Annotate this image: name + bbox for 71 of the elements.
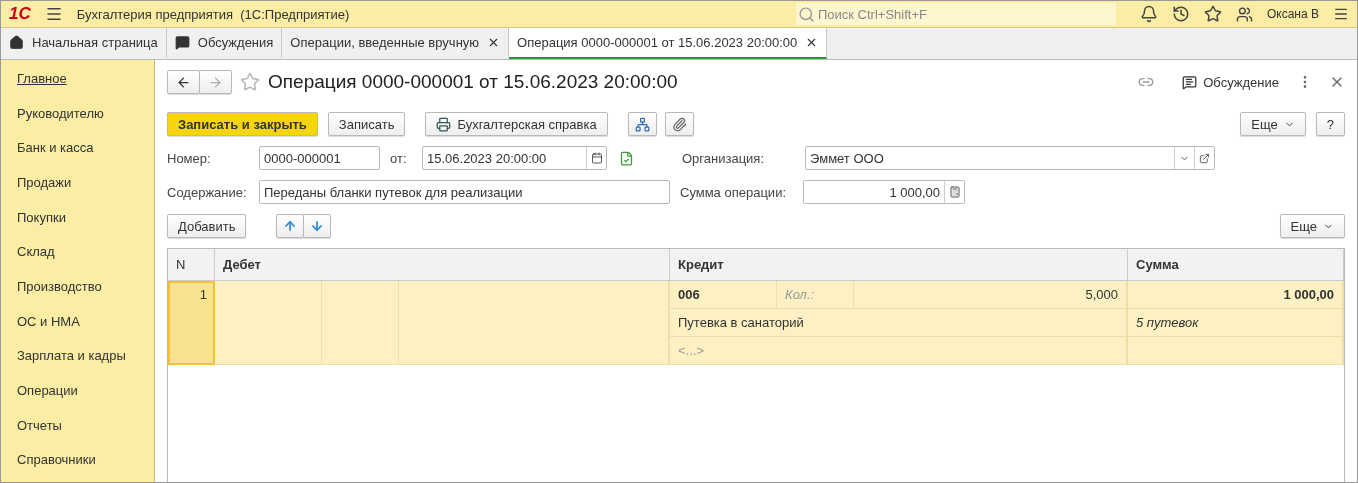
sidebar-item[interactable]: Отчеты xyxy=(1,412,154,448)
menu-icon[interactable] xyxy=(1333,6,1349,22)
bell-icon[interactable] xyxy=(1139,5,1158,23)
sidebar-item[interactable]: Продажи xyxy=(1,170,154,205)
sidebar-item[interactable]: Банк и касса xyxy=(1,135,154,170)
sidebar-item[interactable]: Руководителю xyxy=(1,100,154,136)
chat-icon xyxy=(174,35,190,50)
search-icon xyxy=(797,5,815,23)
back-button[interactable] xyxy=(167,70,200,94)
number-field[interactable]: 0000-000001 xyxy=(259,146,380,170)
field-label: Содержание: xyxy=(167,184,248,200)
table-cell: 5,000 xyxy=(854,281,1127,309)
user-name[interactable]: Оксана В xyxy=(1266,7,1319,21)
column-header[interactable]: Кредит xyxy=(670,249,1128,281)
sidebar-item[interactable]: Зарплата и кадры xyxy=(1,343,154,379)
field-label: от: xyxy=(390,150,408,166)
app-title: Бухгалтерия предприятия (1С:Предприятие) xyxy=(76,6,351,22)
home-icon xyxy=(9,35,24,50)
table-cell: <...> xyxy=(670,337,1127,365)
tab[interactable]: Операция 0000-000001 от 15.06.2023 20:00:00 xyxy=(509,28,828,59)
structure-button[interactable] xyxy=(627,112,657,136)
logo[interactable]: 1С xyxy=(9,4,31,24)
sidebar-item[interactable]: Операции xyxy=(1,378,154,413)
date-field[interactable]: 15.06.2023 20:00:00 xyxy=(422,146,607,170)
star-icon[interactable] xyxy=(1203,5,1222,23)
table-cell: 1 000,00 xyxy=(1128,281,1343,309)
structure-icon xyxy=(634,116,650,132)
discussion-button[interactable]: Обсуждение xyxy=(1172,70,1289,94)
help-button[interactable]: ? xyxy=(1315,112,1345,136)
speech-bubble-icon xyxy=(1182,74,1198,90)
sidebar-item[interactable]: ОС и НМА xyxy=(1,308,154,344)
document-title: Операция 0000-000001 от 15.06.2023 20:00:00 xyxy=(268,71,678,93)
sidebar-item[interactable]: Производство xyxy=(1,274,154,309)
sidebar-item[interactable]: Склад xyxy=(1,239,154,275)
more-button[interactable]: Еще xyxy=(1279,214,1345,238)
calculator-icon[interactable] xyxy=(948,186,961,198)
table-cell: 5 путевок xyxy=(1128,309,1343,337)
sidebar-item[interactable]: Покупки xyxy=(1,204,154,240)
paperclip-icon xyxy=(671,116,687,132)
printer-icon xyxy=(436,116,452,132)
open-icon[interactable] xyxy=(1199,152,1210,164)
calendar-icon[interactable] xyxy=(590,152,603,164)
field-label: Сумма операции: xyxy=(680,184,787,200)
star-icon[interactable] xyxy=(240,72,260,92)
table-cell: Кол.: xyxy=(777,281,854,309)
sidebar-item[interactable]: Главное xyxy=(1,66,154,101)
more-button[interactable]: Еще xyxy=(1240,112,1306,136)
column-header[interactable]: Сумма xyxy=(1128,249,1344,281)
table-cell: 1 xyxy=(168,281,215,365)
table-cell: 006 xyxy=(670,281,777,309)
menu-icon[interactable] xyxy=(44,5,63,23)
sidebar-item[interactable]: Справочники xyxy=(1,447,154,483)
move-down-button[interactable] xyxy=(303,214,332,238)
content-field[interactable]: Переданы бланки путевок для реализации xyxy=(259,180,670,204)
save-button[interactable]: Записать xyxy=(327,112,406,136)
users-icon[interactable] xyxy=(1235,5,1253,23)
sum-field[interactable]: 1 000,00 xyxy=(803,180,965,204)
column-header[interactable]: N xyxy=(168,249,215,281)
report-button[interactable]: Бухгалтерская справка xyxy=(425,112,608,136)
move-up-button[interactable] xyxy=(276,214,305,238)
save-close-button[interactable]: Записать и закрыть xyxy=(167,112,318,136)
arrow-right-icon xyxy=(208,74,223,90)
column-header[interactable]: Дебет xyxy=(215,249,670,281)
field-label: Номер: xyxy=(167,150,212,166)
attach-button[interactable] xyxy=(664,112,694,136)
add-button[interactable]: Добавить xyxy=(167,214,247,238)
document-check-icon[interactable] xyxy=(619,150,634,166)
history-icon[interactable] xyxy=(1171,5,1190,23)
table-cell: Путевка в санаторий xyxy=(670,309,1127,337)
field-label: Организация: xyxy=(682,150,766,166)
organization-field[interactable]: Эммет ООО xyxy=(805,146,1215,170)
